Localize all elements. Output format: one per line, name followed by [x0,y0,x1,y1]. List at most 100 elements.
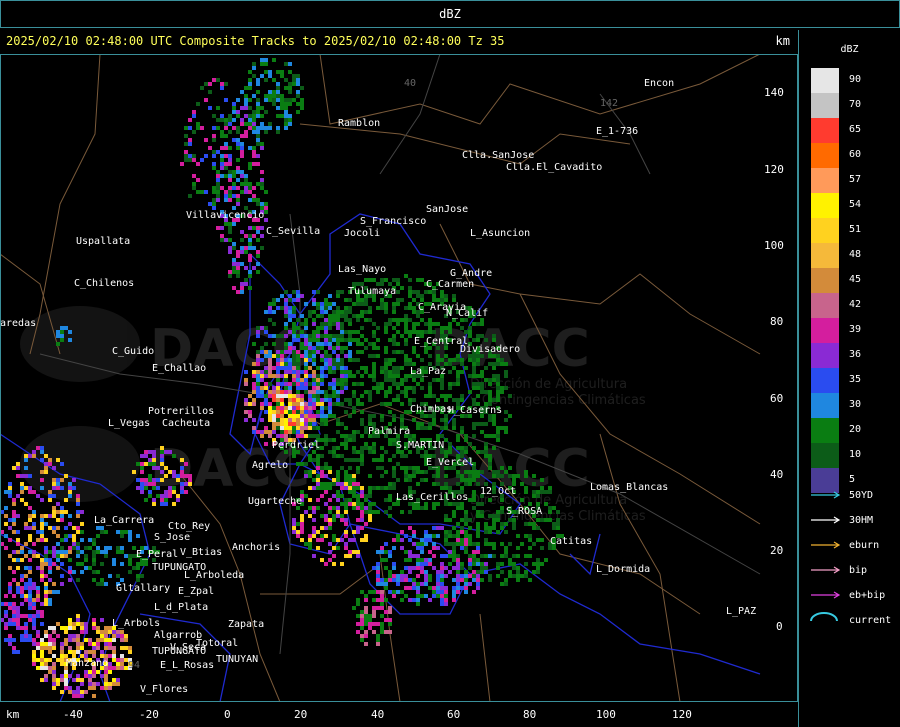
track-label: eb+bip [849,590,886,601]
place-label: L_Arboleda [184,570,244,581]
place-label: L_d_Plata [154,602,208,613]
scale-label: 65 [849,124,862,135]
place-label: Potrerillos [148,406,214,417]
window-title-bar: dBZ [0,0,900,28]
place-label: Encon [644,78,674,89]
place-label: S_Jose [154,532,190,543]
scale-label: 30 [849,399,862,410]
scale-label: 48 [849,249,862,260]
scale-label: 35 [849,374,862,385]
place-label: L_Asuncion [470,228,530,239]
track-label: eburn [849,540,880,551]
watermark-logo-mark-2 [20,426,140,502]
y-tick: 100 [764,239,784,252]
scale-swatch [811,368,839,393]
place-label: C_Carmen [426,279,474,290]
radar-map-canvas[interactable]: DACC DACC Dirección de Agricultura y Con… [0,54,796,702]
y-tick: 140 [764,86,784,99]
place-label: Las_Nayo [338,264,386,275]
scale-swatch [811,268,839,293]
place-label: V_Flores [140,684,188,695]
scale-swatch [811,243,839,268]
scale-label: 60 [849,149,862,160]
scale-label: 5 [849,474,856,485]
place-label: C_Chilenos [74,278,134,289]
place-label: 142 [600,98,618,109]
track-label: 50YD [849,490,874,501]
map-title: 2025/02/10 02:48:00 UTC Composite Tracks… [6,34,505,48]
place-label: Anchoris [232,542,280,553]
y-tick: 120 [764,163,784,176]
place-label: E_L_Rosas [160,660,214,671]
place-label: La_Carrera [94,515,154,526]
track-symbol [811,491,841,499]
scale-swatch [811,418,839,443]
place-label: SanJose [426,204,468,215]
place-label: Palmira [368,426,410,437]
place-label: Uspallata [76,236,130,247]
map-header: 2025/02/10 02:48:00 UTC Composite Tracks… [0,30,796,54]
place-label: Cto_Rey [168,521,210,532]
scale-swatch [811,68,839,93]
x-tick: 80 [523,708,537,721]
place-label: Gltallary [116,583,170,594]
place-label: Zapata [228,619,264,630]
place-label: G_Andre [450,268,492,279]
y-tick: 40 [770,468,784,481]
scale-swatch [811,218,839,243]
place-label: Clla.El_Cavadito [506,162,602,173]
place-label: Perdriel [272,440,320,451]
place-label: 94 [128,660,140,671]
place-label: S.MARTIN [396,440,444,451]
scale-swatch [811,118,839,143]
scale-swatch [811,293,839,318]
scale-label: 90 [849,74,862,85]
place-label: C_Sevilla [266,226,320,237]
scale-swatch [811,318,839,343]
track-label: current [849,615,892,626]
x-tick: 40 [371,708,385,721]
place-label: Clla.SanJose [462,150,534,161]
scale-swatch [811,393,839,418]
scale-swatch [811,93,839,118]
watermark-logo-mark [20,306,140,382]
place-label: Las_Cerillos [396,492,468,503]
place-label: Chimbas [410,404,452,415]
place-label: La_Paz [410,366,446,377]
place-label: Catitas [550,536,592,547]
track-symbol [811,516,841,524]
scale-swatch [811,193,839,218]
scale-label: 10 [849,449,862,460]
track-label: bip [849,565,868,576]
track-symbol [811,566,841,574]
place-label: 40 [404,78,416,89]
place-label: V_Btias [180,547,222,558]
scale-label: 54 [849,199,862,210]
scale-label: 39 [849,324,862,335]
place-label: E_1-736 [596,126,638,137]
place-label: S_ROSA [506,506,542,517]
place-label: Lomas_Blancas [590,482,668,493]
scale-swatch [811,343,839,368]
place-label: Ugarteche [248,496,302,507]
place-label: Agrelo [252,460,288,471]
scale-swatch [811,168,839,193]
place-label: aredas [0,318,36,329]
place-label: H_Caserns [448,405,502,416]
x-tick: 20 [294,708,308,721]
x-tick: -20 [139,708,159,721]
place-label: Algarrob [154,630,202,641]
place-label: C_Guido [112,346,154,357]
radar-map[interactable]: DACC DACC Dirección de Agricultura y Con… [0,54,796,702]
x-axis-unit: km [6,708,20,721]
km-label: km [775,34,790,48]
x-tick: 0 [224,708,231,721]
scale-swatch [811,443,839,468]
place-label: Cacheuta [162,418,210,429]
place-label: Ramblon [338,118,380,129]
place-label: 12_Oct [480,486,516,497]
place-label: N_Calif [446,308,488,319]
track-label: 30HM [849,515,874,526]
scale-label: 36 [849,349,862,360]
y-tick: 20 [770,544,784,557]
